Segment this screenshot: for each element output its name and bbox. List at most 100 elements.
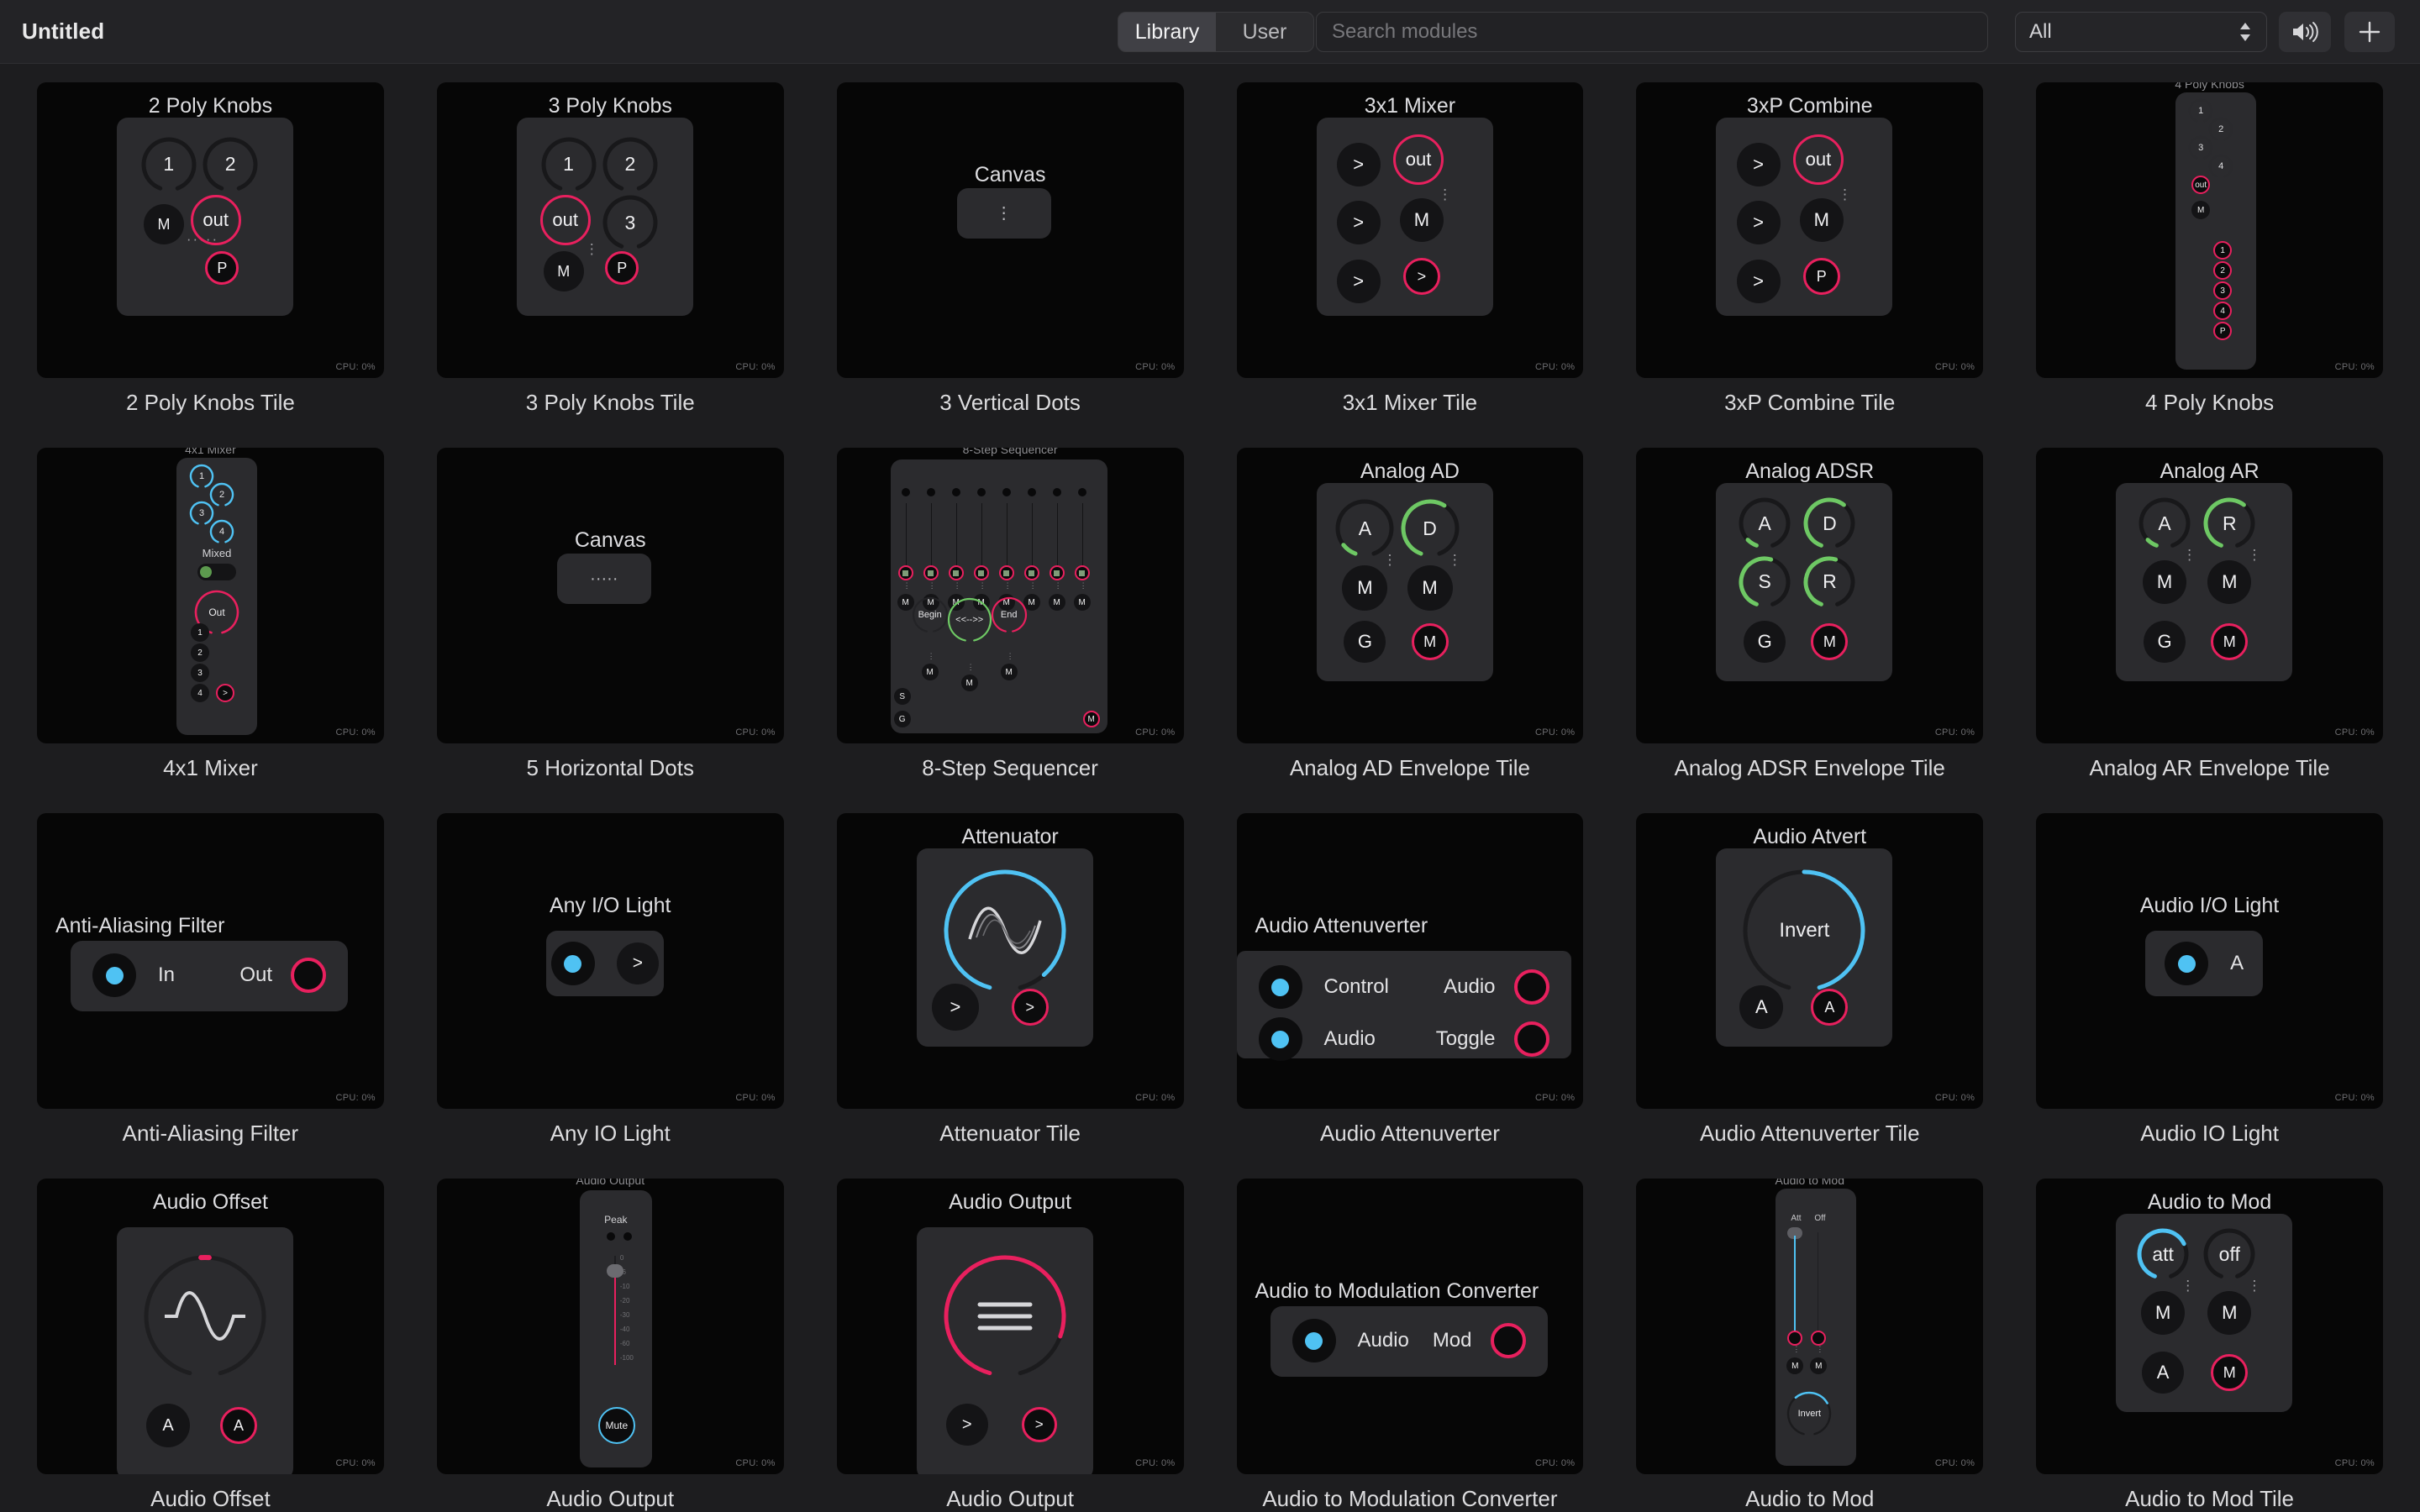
mod-port-2[interactable]: M	[1810, 1357, 1828, 1374]
output-port[interactable]	[1513, 969, 1549, 1005]
module-card[interactable]: Audio to Mod Att Off ⋮ M ⋮ M Invert CPU: 0%	[1636, 1179, 1984, 1474]
step-indicator-6[interactable]	[1027, 488, 1036, 496]
port->[interactable]: >	[1402, 258, 1440, 296]
output-port[interactable]	[1513, 1021, 1549, 1057]
module-card[interactable]: 8-Step Sequencer ⋮ M ⋮ M ⋮ M ⋮ M ⋮ M ⋮ M ⋮ M ⋮ M Begin <<-…	[836, 448, 1184, 743]
knob-D[interactable]: D	[1399, 497, 1461, 559]
port-M[interactable]: M	[2207, 559, 2252, 604]
step-slider-8[interactable]	[1081, 503, 1083, 567]
module-card[interactable]: Audio Output Peak 0 -6 -10 -20 -30 -40 -60 -100 Mu…	[436, 1179, 784, 1474]
knob-1[interactable]: 1	[139, 135, 198, 194]
module-card[interactable]: Anti-Aliasing Filter In Out CPU: 0%	[37, 813, 384, 1109]
level-meter-knob[interactable]	[939, 1251, 1071, 1382]
step-slider-3[interactable]	[955, 503, 957, 567]
port-out[interactable]: out	[539, 194, 591, 245]
port->[interactable]: >	[1736, 259, 1781, 303]
knob-mod-port-1[interactable]: M	[921, 664, 939, 680]
port-M[interactable]: M	[1399, 197, 1444, 242]
knob-3[interactable]: 3	[601, 193, 660, 252]
port-M[interactable]: M	[2191, 201, 2211, 219]
invert-knob[interactable]: Invert	[1786, 1390, 1833, 1437]
step-indicator-8[interactable]	[1077, 488, 1086, 496]
port-out[interactable]: >	[1021, 1407, 1057, 1442]
port-P[interactable]: P	[2213, 322, 2233, 340]
port-M[interactable]: M	[2143, 559, 2187, 604]
input-led[interactable]	[92, 953, 136, 997]
module-card[interactable]: Audio Offset A A CPU: 0%	[37, 1179, 384, 1474]
port-M[interactable]: M	[2141, 1290, 2186, 1335]
step-output-3[interactable]	[948, 565, 964, 580]
port-M[interactable]: M	[543, 251, 584, 292]
input-led[interactable]	[1292, 1319, 1336, 1362]
knob-A[interactable]: A	[1334, 497, 1396, 559]
port-S[interactable]: S	[893, 688, 911, 705]
step-output-4[interactable]	[973, 565, 989, 580]
mute-button[interactable]: Mute	[597, 1407, 635, 1444]
module-card[interactable]: Analog ADADMMGMCPU: 0%	[1236, 448, 1584, 743]
module-card[interactable]: 2 Poly Knobs12MoutPCPU: 0%	[37, 82, 384, 378]
category-filter-select[interactable]: All	[2015, 12, 2267, 52]
port-3[interactable]: 3	[191, 664, 209, 682]
knob-mod-port-3[interactable]: M	[1000, 664, 1018, 680]
port->[interactable]: >	[1011, 989, 1049, 1026]
module-card[interactable]: 4x1 Mixer 1 2 3 4 Mixed Out 1 2 3 4 > CPU: 0%	[37, 448, 384, 743]
step-indicator-4[interactable]	[976, 488, 986, 496]
port-M[interactable]: M	[1407, 565, 1453, 612]
plus-icon[interactable]	[2344, 12, 2395, 52]
port->[interactable]: >	[1736, 142, 1781, 186]
input-led[interactable]	[1258, 965, 1302, 1009]
step-output-6[interactable]	[1023, 565, 1039, 580]
port-G[interactable]: G	[893, 711, 911, 727]
module-card[interactable]: Canvas ⋮ CPU: 0%	[836, 82, 1184, 378]
port-2[interactable]: 2	[191, 643, 209, 662]
port->[interactable]: >	[931, 984, 979, 1032]
port->[interactable]: >	[216, 684, 234, 702]
port-A[interactable]: A	[146, 1404, 190, 1447]
indicator-led[interactable]	[550, 942, 595, 985]
knob-2[interactable]: 2	[201, 135, 260, 194]
module-card[interactable]: Analog ADSR A D S R G M CPU: 0%	[1636, 448, 1984, 743]
port-A[interactable]: A	[2142, 1352, 2185, 1394]
indicator-led[interactable]	[2165, 942, 2209, 985]
invert-knob[interactable]: Invert	[1739, 865, 1870, 996]
step-slider-6[interactable]	[1031, 503, 1033, 567]
port-in[interactable]: >	[945, 1404, 988, 1446]
port-out[interactable]: out	[190, 194, 241, 245]
port-G[interactable]: G	[1744, 621, 1786, 664]
step-mod-port-7[interactable]: M	[1048, 594, 1065, 611]
step-slider-1[interactable]	[905, 503, 907, 567]
step-slider-4[interactable]	[981, 503, 982, 567]
knob-[interactable]: <<-->>	[947, 597, 992, 643]
port-1[interactable]: 1	[191, 623, 209, 642]
port->[interactable]: >	[1336, 259, 1381, 303]
port-P[interactable]: P	[1802, 258, 1840, 296]
step-indicator-1[interactable]	[901, 488, 910, 496]
port-1[interactable]: 1	[2213, 241, 2233, 260]
step-mod-port-8[interactable]: M	[1073, 594, 1091, 611]
knob-4[interactable]: 4	[208, 518, 235, 545]
knob-1[interactable]: 1	[539, 135, 598, 194]
waveform-knob[interactable]	[939, 865, 1071, 996]
port-M[interactable]: M	[143, 204, 184, 245]
output-port[interactable]	[291, 958, 326, 993]
knob-A[interactable]: A	[1737, 496, 1792, 551]
step-output-7[interactable]	[1049, 565, 1065, 580]
knob-2[interactable]: 2	[601, 135, 660, 194]
search-field[interactable]	[1316, 12, 1988, 52]
module-card[interactable]: 3xP Combine>>>outMPCPU: 0%	[1636, 82, 1984, 378]
module-card[interactable]: Attenuator > > CPU: 0%	[836, 813, 1184, 1109]
port->[interactable]: >	[1336, 201, 1381, 245]
output-port[interactable]: M	[1082, 711, 1100, 727]
module-card[interactable]: Canvas ····· CPU: 0%	[436, 448, 784, 743]
tab-library[interactable]: Library	[1118, 13, 1216, 51]
step-output-8[interactable]	[1074, 565, 1090, 580]
port-out[interactable]: out	[1792, 134, 1844, 186]
step-output-2[interactable]	[923, 565, 939, 580]
step-output-5[interactable]	[998, 565, 1014, 580]
port-M[interactable]: M	[1411, 623, 1449, 661]
knob-A[interactable]: A	[2137, 496, 2192, 551]
port-arrow[interactable]: >	[616, 942, 659, 984]
speaker-wave-icon[interactable]	[2279, 12, 2331, 52]
module-card[interactable]: Audio to ModattoffMMAMCPU: 0%	[2036, 1179, 2383, 1474]
output-port-2[interactable]	[1811, 1331, 1827, 1346]
